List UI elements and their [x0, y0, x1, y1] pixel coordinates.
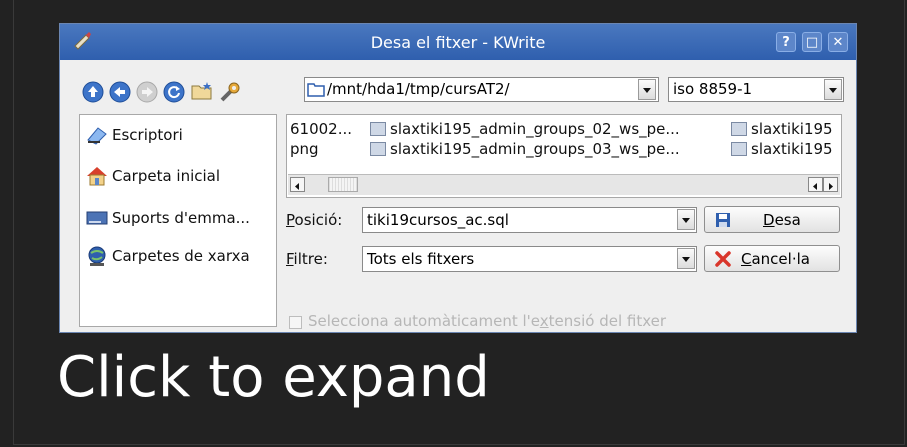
file-item[interactable]: png	[290, 140, 319, 158]
go-forward-icon[interactable]	[136, 81, 158, 103]
sidebar-item-suports[interactable]: Suports d'emma...	[86, 205, 276, 233]
location-label: Posició:	[286, 211, 343, 229]
filter-value: Tots els fitxers	[367, 250, 475, 268]
cancel-x-icon	[715, 251, 731, 267]
cancel-button-label: Cancel·la	[741, 250, 810, 268]
sidebar-item-label: Escriptori	[112, 126, 183, 144]
filter-dropdown-button[interactable]	[677, 248, 695, 269]
file-item[interactable]: 61002...	[290, 120, 352, 138]
sidebar-item-carpetes-xarxa[interactable]: Carpetes de xarxa	[86, 243, 276, 271]
storage-icon	[86, 207, 108, 229]
folder-icon	[307, 82, 325, 97]
new-folder-icon[interactable]	[190, 80, 212, 102]
sidebar-item-label: Carpeta inicial	[112, 167, 221, 185]
encoding-dropdown-button[interactable]	[824, 79, 842, 100]
filter-combobox[interactable]: Tots els fitxers	[362, 246, 697, 272]
location-value: tiki19cursos_ac.sql	[367, 211, 509, 229]
location-dropdown-button[interactable]	[677, 209, 695, 230]
close-button[interactable]: ✕	[828, 32, 848, 52]
save-file-dialog: Desa el fitxer - KWrite ? □ ✕ /mnt/hda1/…	[59, 23, 857, 333]
path-dropdown-button[interactable]	[638, 79, 656, 100]
encoding-combobox[interactable]: iso 8859-1	[668, 77, 844, 102]
file-item[interactable]: slaxtiki195_admin_groups_03_ws_pe...	[390, 140, 680, 158]
sidebar-item-carpeta-inicial[interactable]: Carpeta inicial	[86, 163, 276, 191]
file-item[interactable]: slaxtiki195	[751, 140, 833, 158]
scroll-right-button[interactable]	[823, 177, 838, 192]
save-button[interactable]: Desa	[704, 206, 840, 233]
encoding-value: iso 8859-1	[673, 80, 753, 98]
scrollbar-thumb[interactable]	[328, 177, 358, 192]
file-icon	[731, 122, 747, 136]
sidebar-item-label: Carpetes de xarxa	[112, 247, 250, 265]
file-item[interactable]: slaxtiki195_admin_groups_02_ws_pe...	[390, 120, 680, 138]
go-back-icon[interactable]	[109, 81, 131, 103]
path-combobox[interactable]: /mnt/hda1/tmp/cursAT2/	[304, 77, 659, 102]
file-item[interactable]: slaxtiki195	[751, 120, 833, 138]
location-input[interactable]: tiki19cursos_ac.sql	[362, 207, 697, 233]
network-icon	[86, 245, 108, 267]
horizontal-scrollbar[interactable]	[288, 174, 840, 195]
file-icon	[370, 142, 386, 156]
settings-icon[interactable]	[218, 80, 240, 102]
filter-label: Filtre:	[286, 250, 328, 268]
save-button-label: Desa	[763, 211, 801, 229]
reload-icon[interactable]	[163, 81, 185, 103]
title-bar[interactable]: Desa el fitxer - KWrite ? □ ✕	[60, 24, 856, 60]
home-icon	[86, 165, 108, 187]
path-value: /mnt/hda1/tmp/cursAT2/	[327, 80, 510, 98]
places-sidebar: Escriptori Carpeta inicial Suports d'emm…	[79, 114, 277, 327]
scroll-left-button-2[interactable]	[808, 177, 823, 192]
scroll-left-button[interactable]	[290, 177, 305, 192]
sidebar-item-escriptori[interactable]: Escriptori	[86, 122, 276, 150]
file-list[interactable]: 61002... png slaxtiki195_admin_groups_02…	[286, 114, 842, 198]
file-icon	[731, 142, 747, 156]
desktop-icon	[86, 124, 108, 146]
sidebar-item-label: Suports d'emma...	[112, 209, 250, 227]
maximize-button[interactable]: □	[802, 32, 822, 52]
floppy-disk-icon	[715, 212, 731, 228]
window-title: Desa el fitxer - KWrite	[370, 33, 546, 52]
file-icon	[370, 122, 386, 136]
auto-extension-checkbox[interactable]	[289, 316, 302, 329]
help-button[interactable]: ?	[776, 32, 796, 52]
auto-extension-label: Selecciona automàticament l'extensió del…	[308, 312, 667, 330]
go-up-icon[interactable]	[82, 81, 104, 103]
click-to-expand-caption[interactable]: Click to expand	[57, 345, 490, 410]
cancel-button[interactable]: Cancel·la	[704, 245, 840, 272]
